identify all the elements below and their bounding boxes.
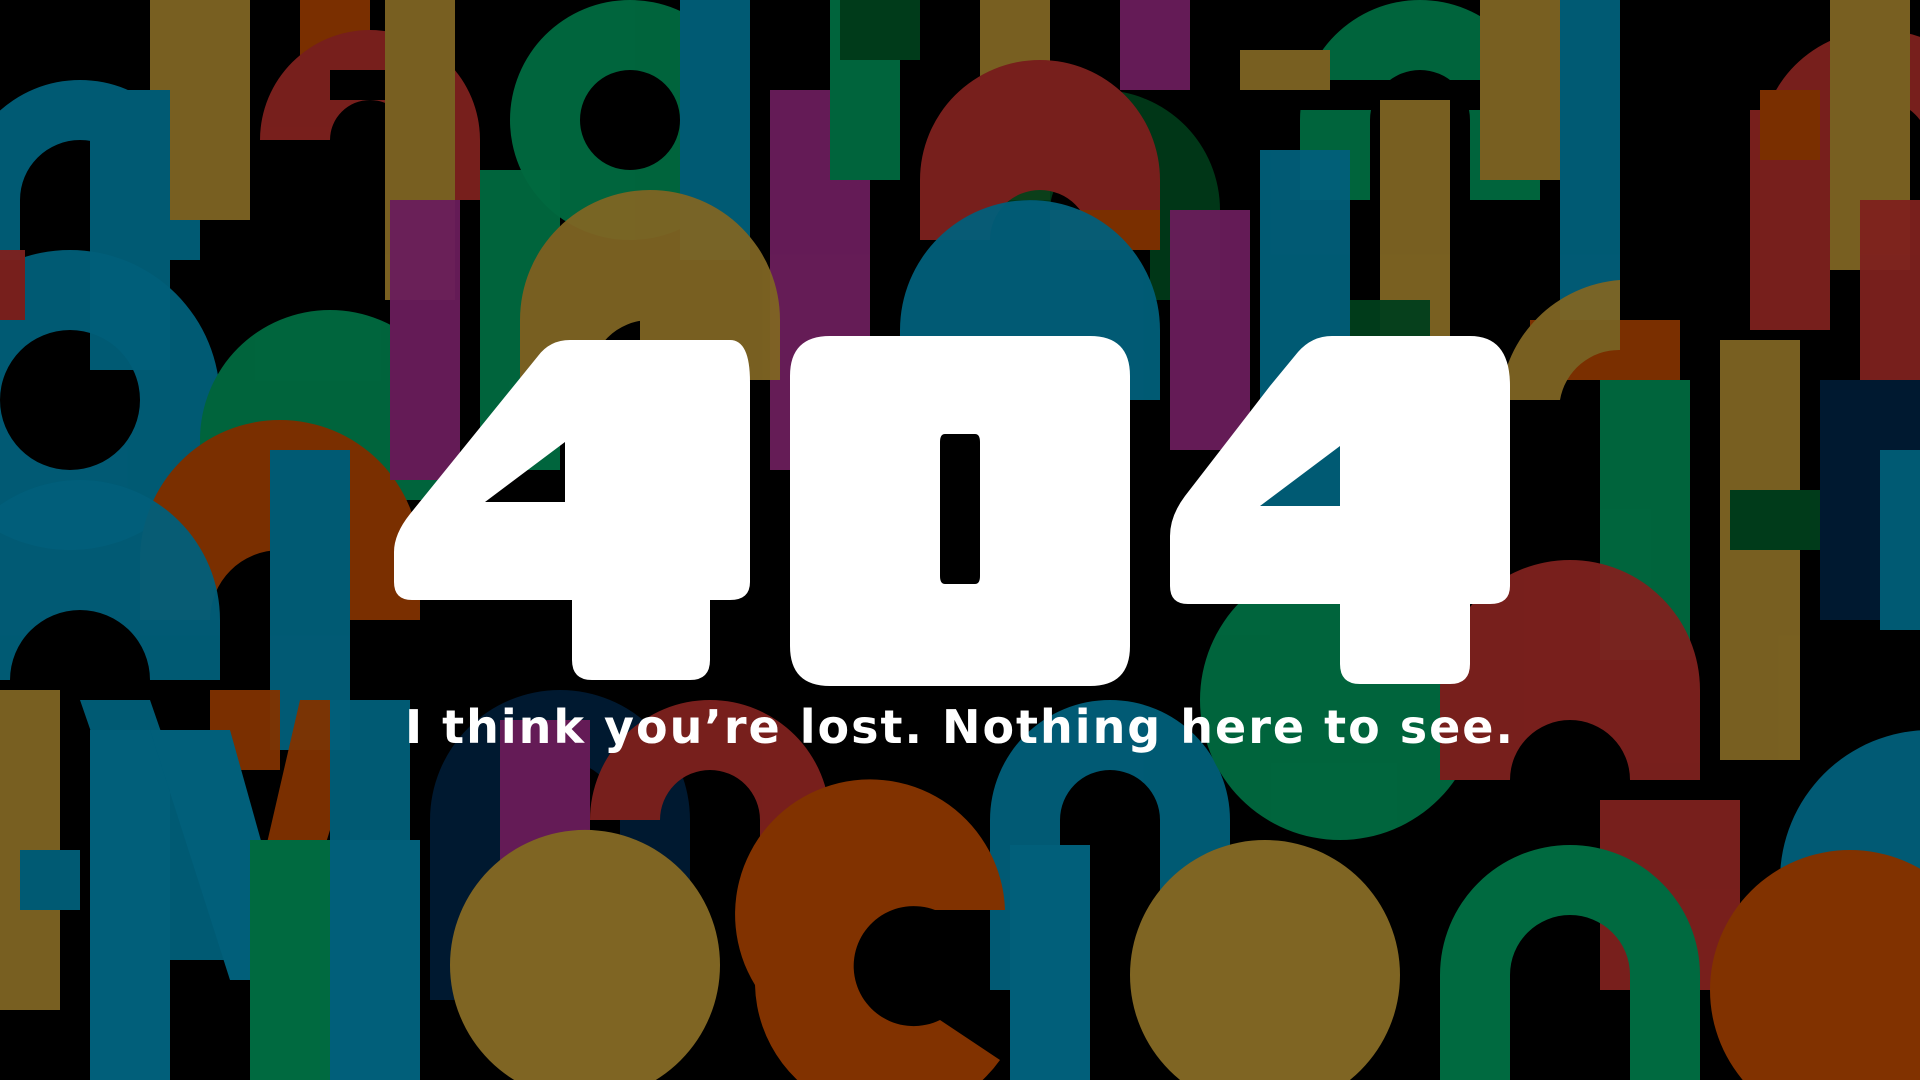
error-message: I think you’re lost. Nothing here to see… [405, 700, 1515, 754]
error-404-page: 404 I think you’re lost. Nothing here to… [0, 0, 1920, 1080]
digit-four-right [1170, 336, 1510, 684]
error-code-404: 404 [0, 262, 1920, 712]
digit-zero [790, 336, 1130, 686]
digit-four-left [394, 340, 750, 680]
error-content: 404 I think you’re lost. Nothing here to… [0, 0, 1920, 1080]
